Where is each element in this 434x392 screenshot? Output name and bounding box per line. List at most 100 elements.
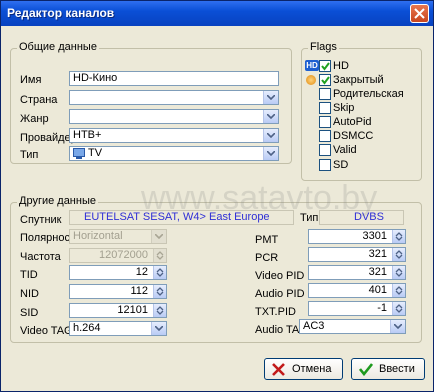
frequency-spin-button [153,249,166,262]
audio-tag-dropdown-button[interactable] [390,320,405,333]
spin-arrows-icon [395,250,403,259]
spin-arrows-icon [156,306,164,315]
spin-arrows-icon [395,286,403,295]
ok-button[interactable]: Ввести [351,358,425,380]
window-title: Редактор каналов [7,6,115,20]
watermark: www.satavto.by [141,179,378,217]
valid-checkbox[interactable] [319,144,331,156]
sid-spinner[interactable]: 12101 [69,303,167,318]
frequency-spinner: 12072000 [69,248,167,263]
audio-tag-value: AC3 [303,320,325,332]
autopid-checkbox[interactable] [319,116,331,128]
type-select[interactable]: TV [69,146,279,161]
tid-label: TID [20,269,38,281]
name-label: Имя [20,74,42,86]
checkmark-icon [321,62,330,71]
spin-arrows-icon [395,232,403,241]
channel-editor-window: Редактор каналов Общие данные Имя HD-Кин… [0,0,434,392]
frequency-value: 12072000 [99,249,148,261]
chevron-down-icon [394,324,402,329]
checkmark-icon [321,76,330,85]
provider-dropdown-button[interactable] [263,129,278,142]
txt-pid-value: -1 [377,302,387,314]
pmt-label: PMT [255,234,279,246]
chevron-down-icon [267,114,275,119]
hd-checkbox[interactable] [319,60,331,72]
close-button[interactable] [410,4,429,23]
tv-icon [73,148,85,159]
pcr-spin-button[interactable] [392,248,405,261]
audio-pid-spinner[interactable]: 401 [308,283,406,298]
flags-legend: Flags [308,41,339,53]
chevron-down-icon [267,95,275,100]
frequency-label: Частота [20,251,61,263]
closed-label: Закрытый [333,74,384,86]
lock-icon [306,75,316,85]
pmt-spinner[interactable]: 3301 [308,229,406,244]
pmt-spin-button[interactable] [392,230,405,243]
type-label: Тип [20,149,39,161]
tid-value: 12 [135,266,148,278]
audio-pid-spin-button[interactable] [392,284,405,297]
general-data-legend: Общие данные [17,41,99,53]
video-tag-select[interactable]: h.264 [69,321,167,336]
tid-spin-button[interactable] [153,266,166,279]
provider-select[interactable]: НТВ+ [69,128,279,143]
pcr-label: PCR [255,252,279,264]
hd-label: HD [333,60,349,72]
video-pid-spinner[interactable]: 321 [308,265,406,280]
name-input[interactable]: HD-Кино [69,71,279,86]
sd-checkbox[interactable] [319,159,331,171]
country-label: Страна [20,94,58,106]
chevron-down-icon [155,234,163,239]
genre-select[interactable] [69,109,279,124]
type-value: TV [88,147,103,159]
dsmcc-checkbox[interactable] [319,130,331,142]
video-tag-dropdown-button[interactable] [151,322,166,335]
dsmcc-label: DSMCC [333,130,374,142]
parental-lock-label: Родительская бло [333,88,403,100]
skip-checkbox[interactable] [319,102,331,114]
closed-checkbox[interactable] [319,74,331,86]
pcr-spinner[interactable]: 321 [308,247,406,262]
chevron-down-icon [267,133,275,138]
country-dropdown-button[interactable] [263,91,278,104]
skip-label: Skip [333,102,355,114]
sid-label: SID [20,307,39,319]
cross-icon [272,363,285,376]
pcr-value: 321 [368,248,387,260]
chevron-down-icon [155,326,163,331]
txt-pid-spin-button[interactable] [392,302,405,315]
audio-tag-select[interactable]: AC3 [299,319,406,334]
cancel-button[interactable]: Отмена [264,358,343,380]
video-pid-value: 321 [368,266,387,278]
video-tag-value: h.264 [73,322,101,334]
hd-icon: HD [305,60,319,71]
satellite-label: Спутник [20,214,62,226]
sd-label: SD [333,159,349,171]
close-icon [414,8,425,19]
chevron-down-icon [267,151,275,156]
parental-lock-checkbox[interactable] [319,88,331,100]
country-select[interactable] [69,90,279,105]
polarity-select: Horizontal [69,229,167,244]
spin-arrows-icon [395,304,403,313]
video-pid-spin-button[interactable] [392,266,405,279]
video-tag-label: Video TAG [20,325,73,337]
nid-spin-button[interactable] [153,285,166,298]
genre-label: Жанр [20,113,49,125]
audio-pid-label: Audio PID [255,288,305,300]
genre-dropdown-button[interactable] [263,110,278,123]
provider-value: НТВ+ [73,129,102,141]
ok-button-label: Ввести [379,363,415,375]
spin-arrows-icon [395,268,403,277]
nid-spinner[interactable]: 112 [69,284,167,299]
sid-spin-button[interactable] [153,304,166,317]
sid-value: 12101 [117,304,148,316]
pmt-value: 3301 [362,230,387,242]
valid-label: Valid [333,144,357,156]
txt-pid-spinner[interactable]: -1 [308,301,406,316]
type-dropdown-button[interactable] [263,147,278,160]
cancel-button-label: Отмена [292,363,332,375]
tid-spinner[interactable]: 12 [69,265,167,280]
